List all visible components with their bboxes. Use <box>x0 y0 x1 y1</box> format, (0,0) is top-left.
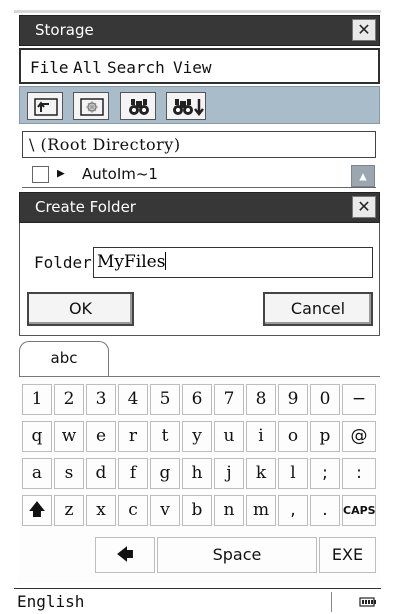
soft-keyboard: 1 2 3 4 5 6 7 8 9 0 − q w e r t y u i o … <box>19 376 380 583</box>
right-edge <box>381 0 393 590</box>
key-w[interactable]: w <box>54 421 84 452</box>
key-l[interactable]: l <box>278 458 308 489</box>
battery-icon <box>359 597 376 607</box>
storage-title: Storage <box>35 21 94 39</box>
key-u[interactable]: u <box>214 421 244 452</box>
dialog-title: Create Folder <box>35 198 136 216</box>
key-v[interactable]: v <box>150 495 180 526</box>
key-at[interactable]: @ <box>342 421 376 452</box>
storage-title-bar: Storage ✕ <box>19 15 380 46</box>
file-name: AutoIm~1 <box>82 165 158 183</box>
key-period[interactable]: . <box>310 495 340 526</box>
key-2[interactable]: 2 <box>54 384 84 415</box>
key-z[interactable]: z <box>54 495 84 526</box>
status-bar: English <box>14 588 381 614</box>
expand-icon[interactable]: ▶ <box>57 166 65 181</box>
key-q[interactable]: q <box>22 421 52 452</box>
key-r[interactable]: r <box>118 421 148 452</box>
caps-key[interactable]: CAPS <box>342 495 376 526</box>
folder-label: Folder: <box>34 253 102 272</box>
key-j[interactable]: j <box>214 458 244 489</box>
key-7[interactable]: 7 <box>214 384 244 415</box>
left-edge <box>0 0 14 590</box>
key-comma[interactable]: , <box>278 495 308 526</box>
key-9[interactable]: 9 <box>278 384 308 415</box>
space-key[interactable]: Space <box>157 537 317 573</box>
backspace-icon[interactable]: 🡄 <box>95 537 155 573</box>
cancel-button[interactable]: Cancel <box>263 292 373 326</box>
key-g[interactable]: g <box>150 458 180 489</box>
key-x[interactable]: x <box>86 495 116 526</box>
key-s[interactable]: s <box>54 458 84 489</box>
exe-key[interactable]: EXE <box>319 537 376 573</box>
key-b[interactable]: b <box>182 495 212 526</box>
file-list-item[interactable]: ▶ AutoIm~1 <box>22 162 376 188</box>
key-5[interactable]: 5 <box>150 384 180 415</box>
key-1[interactable]: 1 <box>22 384 52 415</box>
app-frame: Storage ✕ File All Search View \ (Root D… <box>0 0 393 614</box>
key-i[interactable]: i <box>246 421 276 452</box>
menu-view[interactable]: View <box>173 58 212 77</box>
menu-all[interactable]: All <box>73 58 102 77</box>
scroll-up-icon[interactable]: ▲ <box>351 165 375 187</box>
dialog-close-icon[interactable]: ✕ <box>352 196 376 218</box>
key-k[interactable]: k <box>246 458 276 489</box>
directory-label: \ (Root Directory) <box>29 135 181 154</box>
key-d[interactable]: d <box>86 458 116 489</box>
menu-file[interactable]: File <box>30 58 69 77</box>
directory-path: \ (Root Directory) <box>22 131 376 158</box>
file-checkbox[interactable] <box>32 166 49 183</box>
key-f[interactable]: f <box>118 458 148 489</box>
key-t[interactable]: t <box>150 421 180 452</box>
key-8[interactable]: 8 <box>246 384 276 415</box>
key-4[interactable]: 4 <box>118 384 148 415</box>
ok-button[interactable]: OK <box>27 292 134 326</box>
search-next-icon[interactable] <box>166 92 206 120</box>
menu-search[interactable]: Search <box>107 58 165 77</box>
status-divider <box>331 592 332 612</box>
menu-bar: File All Search View <box>19 48 380 84</box>
key-0[interactable]: 0 <box>310 384 340 415</box>
folder-name-value: MyFiles <box>97 252 166 272</box>
new-folder-icon[interactable] <box>73 92 109 120</box>
key-semicolon[interactable]: ; <box>310 458 340 489</box>
key-e[interactable]: e <box>86 421 116 452</box>
shift-icon[interactable]: 🡅 <box>22 495 52 526</box>
key-minus[interactable]: − <box>342 384 376 415</box>
input-language: English <box>17 592 85 611</box>
key-6[interactable]: 6 <box>182 384 212 415</box>
text-caret <box>165 252 167 270</box>
toolbar <box>19 86 380 124</box>
key-o[interactable]: o <box>278 421 308 452</box>
top-border <box>14 10 381 13</box>
key-colon[interactable]: : <box>342 458 376 489</box>
key-y[interactable]: y <box>182 421 212 452</box>
search-icon[interactable] <box>120 92 156 120</box>
key-p[interactable]: p <box>310 421 340 452</box>
storage-close-icon[interactable]: ✕ <box>352 19 376 41</box>
key-n[interactable]: n <box>214 495 244 526</box>
create-folder-title-bar: Create Folder ✕ <box>19 192 380 223</box>
key-m[interactable]: m <box>246 495 276 526</box>
parent-folder-icon[interactable] <box>27 92 63 120</box>
key-h[interactable]: h <box>182 458 212 489</box>
folder-name-input[interactable]: MyFiles <box>93 247 373 278</box>
key-a[interactable]: a <box>22 458 52 489</box>
key-3[interactable]: 3 <box>86 384 116 415</box>
tab-abc[interactable]: abc <box>19 341 109 376</box>
key-c[interactable]: c <box>118 495 148 526</box>
